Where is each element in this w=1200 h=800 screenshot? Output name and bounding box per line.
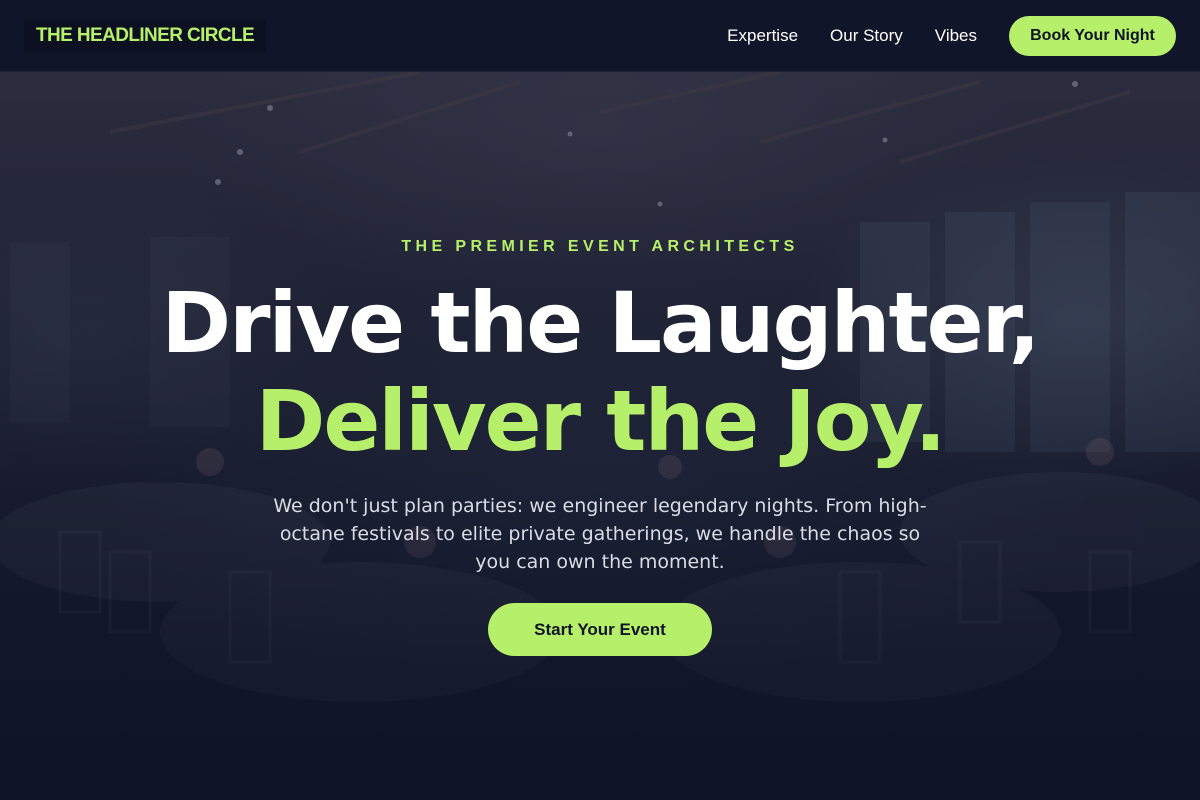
start-your-event-button[interactable]: Start Your Event [488, 603, 712, 656]
nav-link-our-story[interactable]: Our Story [830, 26, 903, 46]
nav-link-expertise[interactable]: Expertise [727, 26, 798, 46]
headline-line-2: Deliver the Joy. [255, 372, 947, 470]
hero-headline: Drive the Laughter, Deliver the Joy. [0, 274, 1200, 470]
hero-eyebrow: THE PREMIER EVENT ARCHITECTS [401, 238, 799, 255]
headline-line-1: Drive the Laughter, [161, 274, 1040, 372]
nav-links: Expertise Our Story Vibes [727, 26, 977, 46]
book-your-night-button[interactable]: Book Your Night [1009, 15, 1176, 56]
top-navbar: THE HEADLINER CIRCLE Expertise Our Story… [0, 0, 1200, 72]
brand-logo[interactable]: THE HEADLINER CIRCLE [24, 18, 267, 53]
hero-section: THE PREMIER EVENT ARCHITECTS Drive the L… [0, 72, 1200, 800]
nav-link-vibes[interactable]: Vibes [935, 26, 977, 46]
hero-subtext: We don't just plan parties: we engineer … [273, 495, 927, 573]
